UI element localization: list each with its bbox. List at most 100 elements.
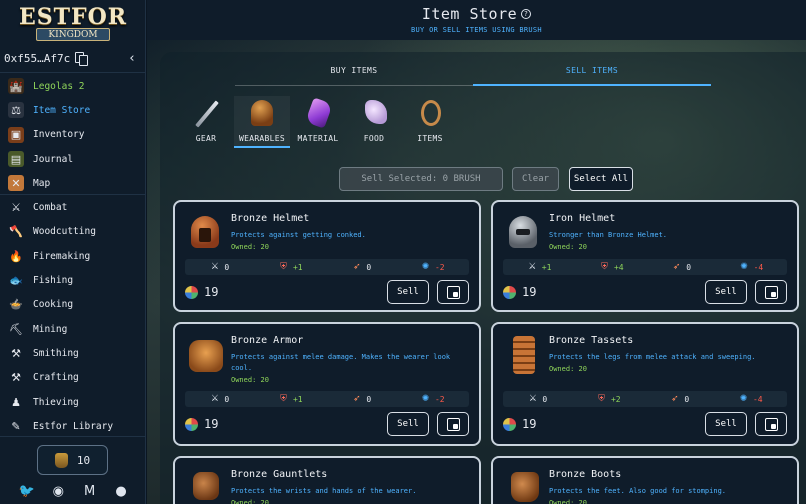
item-stat: ⛨ +4 xyxy=(599,262,624,273)
add-to-selection-button[interactable] xyxy=(437,280,469,304)
item-stat-value: 0 xyxy=(366,262,372,272)
item-image xyxy=(187,212,223,254)
sell-button[interactable]: Sell xyxy=(387,412,429,436)
item-card[interactable]: Bronze Gauntlets Protects the wrists and … xyxy=(173,456,481,504)
sell-selected-button[interactable]: Sell Selected: 0 BRUSH xyxy=(339,167,503,191)
sidebar-item-label: Fishing xyxy=(33,275,74,287)
wallet-address: 0xf55…Af7c xyxy=(4,51,71,65)
item-price: 19 xyxy=(185,417,218,431)
estfor-logo[interactable]: ESTFOR KINGDOM xyxy=(12,6,134,44)
sidebar-item-map[interactable]: ✕ Map xyxy=(0,171,146,195)
add-to-selection-button[interactable] xyxy=(437,412,469,436)
item-card[interactable]: Bronze Helmet Protects against getting co… xyxy=(173,200,481,312)
item-owned-count: Owned: 20 xyxy=(549,365,587,373)
category-tab-wearables[interactable]: WEARABLES xyxy=(234,96,290,148)
item-price: 19 xyxy=(503,417,536,431)
sidebar-item-library[interactable]: ✎ Estfor Library xyxy=(0,414,146,438)
add-to-selection-button[interactable] xyxy=(755,412,787,436)
collapse-sidebar-icon[interactable]: ‹ xyxy=(128,51,136,66)
store-tabs: BUY ITEMS SELL ITEMS xyxy=(235,64,711,86)
item-image xyxy=(505,468,541,504)
item-stat: ✺ -2 xyxy=(420,394,445,405)
sell-button[interactable]: Sell xyxy=(387,280,429,304)
hero-avatar-icon: 🏰 xyxy=(8,78,24,95)
sidebar-item-woodcutting[interactable]: 🪓 Woodcutting xyxy=(0,220,146,244)
tab-sell-items[interactable]: SELL ITEMS xyxy=(473,64,711,86)
crossed-swords-icon: ⚔ xyxy=(11,201,21,215)
reddit-icon[interactable]: ● xyxy=(112,484,130,499)
item-price-value: 19 xyxy=(522,417,537,431)
sidebar-item-label: Mining xyxy=(33,323,68,335)
item-stat: ✺ -2 xyxy=(420,262,445,273)
category-label: MATERIAL xyxy=(297,134,339,143)
ranged-icon: ➶ xyxy=(353,261,361,272)
item-owned-count: Owned: 20 xyxy=(549,499,587,504)
twitter-icon[interactable]: 🐦 xyxy=(18,484,36,499)
item-card[interactable]: Iron Helmet Stronger than Bronze Helmet. O… xyxy=(491,200,799,312)
sidebar-divider xyxy=(0,436,146,437)
item-stat-value: -4 xyxy=(753,262,764,272)
sidebar-item-journal[interactable]: ▤ Journal xyxy=(0,147,146,171)
sidebar-divider xyxy=(0,194,146,195)
category-label: WEARABLES xyxy=(238,134,286,143)
sidebar-item-item-store[interactable]: ⚖ Item Store xyxy=(0,98,146,122)
thief-icon: ♟ xyxy=(11,395,21,409)
defence-icon: ⛨ xyxy=(601,261,608,272)
store-icon: ⚖ xyxy=(8,102,24,119)
tab-buy-items[interactable]: BUY ITEMS xyxy=(235,64,473,86)
item-stat-value: +1 xyxy=(292,394,303,404)
select-item-icon xyxy=(764,285,778,299)
category-tabs: GEAR WEARABLES MATERIAL FOOD ITEMS xyxy=(178,96,458,148)
sword-icon xyxy=(191,98,221,128)
sidebar-item-combat[interactable]: ⚔ Combat xyxy=(0,195,146,219)
category-tab-food[interactable]: FOOD xyxy=(346,96,402,148)
select-item-icon xyxy=(446,285,460,299)
item-card[interactable]: Bronze Boots Protects the feet. Also good… xyxy=(491,456,799,504)
sidebar-item-label: Smithing xyxy=(33,347,79,359)
item-stat-value: 0 xyxy=(224,394,230,404)
item-card[interactable]: Bronze Tassets Protects the legs from mel… xyxy=(491,322,799,446)
item-name: Bronze Gauntlets xyxy=(231,469,328,480)
sidebar-item-crafting[interactable]: ⚒ Crafting xyxy=(0,366,146,390)
item-stat: ⚔ 0 xyxy=(209,262,229,273)
ranged-icon: ➶ xyxy=(671,393,679,404)
sidebar-item-mining[interactable]: ⛏ Mining xyxy=(0,317,146,341)
sidebar-item-hero[interactable]: 🏰 Legolas 2 xyxy=(0,74,146,98)
item-stat-value: -4 xyxy=(752,394,763,404)
item-name: Iron Helmet xyxy=(549,213,616,224)
item-card[interactable]: Bronze Armor Protects against melee damag… xyxy=(173,322,481,446)
item-image xyxy=(187,468,223,504)
category-tab-gear[interactable]: GEAR xyxy=(178,96,234,148)
sidebar-item-inventory[interactable]: ▣ Inventory xyxy=(0,123,146,147)
social-links: 🐦 ◉ M ● xyxy=(18,483,130,499)
item-stat-value: 0 xyxy=(224,262,230,272)
sell-button[interactable]: Sell xyxy=(705,280,747,304)
defence-icon: ⛨ xyxy=(598,393,605,404)
brush-balance-value: 10 xyxy=(76,453,91,467)
item-stat: ⛨ +2 xyxy=(596,394,621,405)
melee-icon: ⚔ xyxy=(210,393,219,404)
clear-button[interactable]: Clear xyxy=(512,167,559,191)
medium-icon[interactable]: M xyxy=(81,484,99,499)
sidebar-item-firemaking[interactable]: 🔥 Firemaking xyxy=(0,244,146,268)
page-title-text: Item Store xyxy=(421,5,518,23)
category-tab-items[interactable]: ITEMS xyxy=(402,96,458,148)
category-tab-material[interactable]: MATERIAL xyxy=(290,96,346,148)
sidebar-item-fishing[interactable]: 🐟 Fishing xyxy=(0,268,146,292)
help-icon[interactable]: ? xyxy=(521,9,532,19)
item-stat: ➶ 0 xyxy=(351,394,371,405)
copy-icon[interactable] xyxy=(75,52,89,66)
sidebar-item-thieving[interactable]: ♟ Thieving xyxy=(0,390,146,414)
sell-button[interactable]: Sell xyxy=(705,412,747,436)
item-stat-value: +4 xyxy=(613,262,624,272)
item-stat: ✺ -4 xyxy=(738,394,763,405)
sidebar-nav: 🏰 Legolas 2 ⚖ Item Store ▣ Inventory ▤ Journal ✕… xyxy=(0,74,146,438)
chest-icon: ▣ xyxy=(8,126,24,143)
item-price-value: 19 xyxy=(204,285,219,299)
sidebar-item-smithing[interactable]: ⚒ Smithing xyxy=(0,341,146,365)
sidebar-item-cooking[interactable]: 🍲 Cooking xyxy=(0,293,146,317)
select-all-button[interactable]: Select All xyxy=(569,167,633,191)
add-to-selection-button[interactable] xyxy=(755,280,787,304)
discord-icon[interactable]: ◉ xyxy=(49,484,67,499)
quill-icon: ✎ xyxy=(11,419,21,433)
